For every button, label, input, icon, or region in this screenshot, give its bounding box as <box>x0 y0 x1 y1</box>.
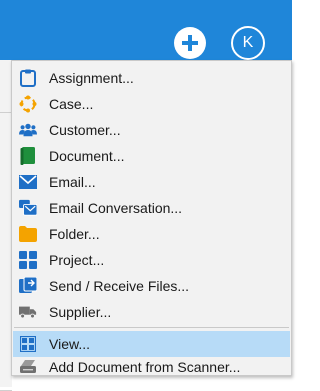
menu-item-label: Send / Receive Files... <box>49 278 190 294</box>
menu-item-case[interactable]: Case... <box>13 91 290 117</box>
menu-item-email-conversation[interactable]: Email Conversation... <box>13 195 290 221</box>
user-avatar[interactable]: K <box>231 26 265 60</box>
menu-item-send-receive-files[interactable]: Send / Receive Files... <box>13 273 290 299</box>
menu-item-email[interactable]: Email... <box>13 169 290 195</box>
project-icon <box>19 251 37 269</box>
menu-item-label: Project... <box>49 252 105 268</box>
email-conversation-icon <box>19 199 37 217</box>
case-cycle-icon <box>19 95 37 113</box>
menu-item-label: View... <box>49 336 90 352</box>
menu-item-label: Assignment... <box>49 70 134 86</box>
menu-item-label: Supplier... <box>49 304 112 320</box>
menu-item-label: Email... <box>49 174 96 190</box>
menu-item-project[interactable]: Project... <box>13 247 290 273</box>
app-header: K <box>0 0 292 60</box>
truck-icon <box>19 303 37 321</box>
document-icon <box>19 147 37 165</box>
email-icon <box>19 173 37 191</box>
menu-item-label: Case... <box>49 96 94 112</box>
new-item-menu: Assignment... Case... Customer... Docume… <box>11 60 292 376</box>
menu-item-assignment[interactable]: Assignment... <box>13 65 290 91</box>
menu-item-add-document-from-scanner[interactable]: Add Document from Scanner... <box>13 354 290 380</box>
menu-item-supplier[interactable]: Supplier... <box>13 299 290 325</box>
customers-icon <box>19 121 37 139</box>
view-grid-icon <box>19 335 37 353</box>
folder-icon <box>19 225 37 243</box>
menu-item-label: Folder... <box>49 226 100 242</box>
scanner-icon <box>19 358 37 376</box>
menu-item-customer[interactable]: Customer... <box>13 117 290 143</box>
add-new-button[interactable] <box>174 27 206 59</box>
menu-item-folder[interactable]: Folder... <box>13 221 290 247</box>
menu-item-label: Email Conversation... <box>49 200 183 216</box>
menu-item-label: Customer... <box>49 122 121 138</box>
menu-item-label: Document... <box>49 148 125 164</box>
clipboard-icon <box>19 69 37 87</box>
menu-item-label: Add Document from Scanner... <box>49 359 241 375</box>
send-receive-icon <box>19 277 37 295</box>
menu-separator <box>14 327 289 328</box>
menu-item-document[interactable]: Document... <box>13 143 290 169</box>
